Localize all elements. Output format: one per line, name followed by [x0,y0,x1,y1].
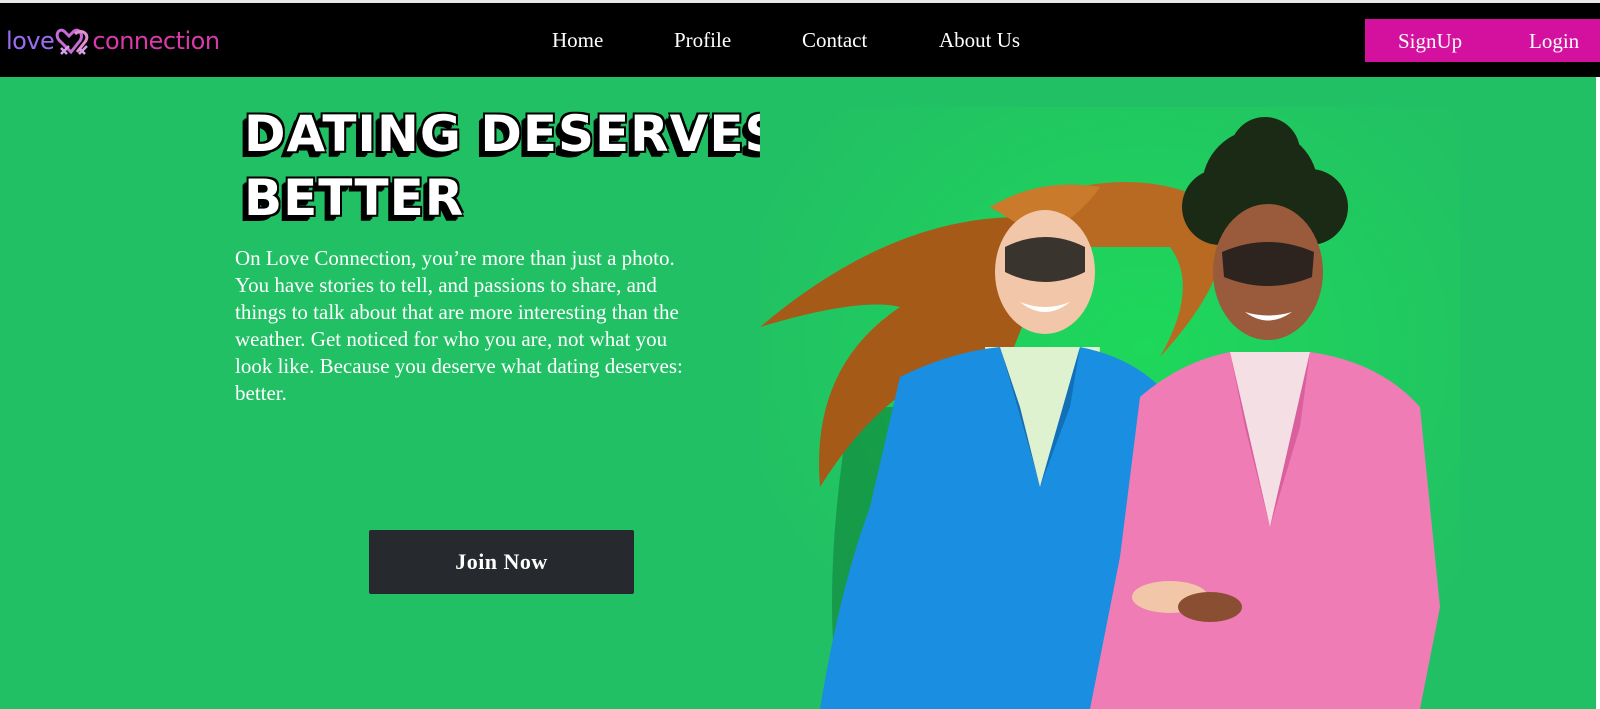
login-button[interactable]: Login [1529,29,1579,54]
hearts-logo-icon [56,28,89,55]
hero-description: On Love Connection, you’re more than jus… [235,246,683,405]
logo-text-love: love [6,27,55,55]
nav-home[interactable]: Home [552,28,603,53]
headline-line-1: DATING DESERVES [244,105,782,163]
join-now-button[interactable]: Join Now [369,530,634,594]
brand-logo[interactable]: love connection [6,21,220,61]
logo-text-connection: connection [92,27,220,55]
top-navbar: love connection Home Profile Contact Abo… [0,3,1600,77]
hero-right-edge [1596,77,1600,709]
headline-line-2: BETTER [244,169,465,227]
couple-photo [760,107,1460,709]
auth-panel: SignUp Login [1365,19,1600,62]
signup-button[interactable]: SignUp [1398,29,1462,54]
hero-section: DATING DESERVES BETTER On Love Connectio… [0,77,1596,709]
nav-profile[interactable]: Profile [674,28,731,53]
nav-about-us[interactable]: About Us [939,28,1020,53]
nav-contact[interactable]: Contact [802,28,867,53]
